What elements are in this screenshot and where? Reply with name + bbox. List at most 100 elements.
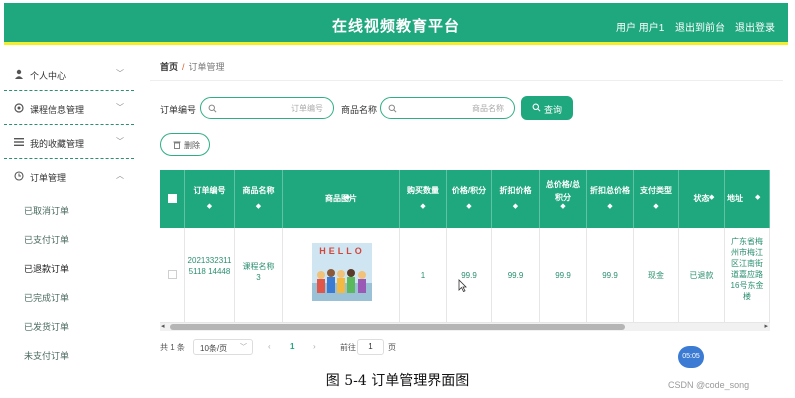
sidebar-item-favorites[interactable]: 我的收藏管理 ﹀ — [4, 128, 134, 156]
list-icon — [14, 138, 24, 146]
sort-icon[interactable]: ◆ — [755, 193, 760, 201]
order-no-search-field[interactable] — [200, 97, 334, 119]
sort-icon[interactable]: ◆ — [540, 202, 586, 210]
sort-icon[interactable]: ◆ — [185, 202, 234, 210]
table-header-select — [160, 170, 185, 228]
table-cell-discount-price: 99.9 — [492, 228, 540, 323]
breadcrumb: 首页 / 订单管理 — [160, 60, 225, 73]
submenu-refunded-orders[interactable]: 已退款订单 — [24, 262, 69, 275]
sidebar-divider — [4, 90, 134, 91]
orders-table: 订单编号 ◆ 商品名称 ◆ 商品图片 ◆ 购买数量 ◆ 价格/积分 ◆ 折扣价格 ◆ 总价格… — [160, 170, 770, 332]
sort-icon[interactable]: ◆ — [587, 202, 633, 210]
sidebar-item-label: 我的收藏管理 — [30, 139, 85, 149]
order-no-label: 订单编号 — [160, 105, 197, 115]
goto-page-input[interactable]: 1 — [357, 339, 384, 355]
current-user: 用户 用户1 — [616, 23, 665, 34]
table-cell-status: 已退款 — [679, 228, 725, 323]
table-cell-select — [160, 228, 185, 323]
breadcrumb-separator: / — [182, 62, 185, 72]
sidebar-item-label: 课程信息管理 — [30, 105, 85, 115]
table-cell-total: 99.9 — [540, 228, 587, 323]
sort-icon[interactable]: ◆ — [235, 202, 282, 210]
product-name-label: 商品名称 — [341, 105, 378, 115]
sort-icon[interactable]: ◆ — [447, 202, 491, 210]
delete-button[interactable]: 删除 — [160, 133, 210, 156]
table-cell-pay-type: 现金 — [634, 228, 679, 323]
sort-icon[interactable]: ◆ — [400, 202, 446, 210]
table-header-order-no[interactable]: 订单编号 ◆ — [185, 170, 235, 228]
search-icon — [208, 104, 217, 113]
submenu-completed-orders[interactable]: 已完成订单 — [24, 291, 69, 304]
sidebar-item-order-management[interactable]: 订单管理 ︿ — [4, 162, 134, 190]
table-cell-product-image: HELLO — [283, 228, 400, 323]
delete-button-label: 删除 — [184, 141, 200, 150]
breadcrumb-home[interactable]: 首页 — [160, 62, 178, 72]
scroll-left-icon[interactable]: ◂ — [161, 322, 165, 330]
search-button-label: 查询 — [544, 105, 563, 115]
table-header-product-image[interactable]: 商品图片 ◆ — [283, 170, 400, 228]
main-content: 首页 /订单管理 订单编号 商品名称 查询 删除 订单编号◆ — [150, 52, 783, 367]
select-all-checkbox[interactable] — [168, 194, 177, 203]
chevron-up-icon: ︿ — [116, 171, 124, 180]
sidebar-item-label: 个人中心 — [30, 71, 67, 81]
sidebar-item-course-management[interactable]: 课程信息管理 ﹀ — [4, 94, 134, 122]
mouse-cursor-icon — [458, 279, 467, 292]
sidebar-item-label: 订单管理 — [30, 173, 67, 183]
gear-icon — [14, 103, 24, 113]
table-cell-product-name: 课程名称3 — [235, 228, 283, 323]
table-header-total[interactable]: 总价格/总积分 ◆ — [540, 170, 587, 228]
prev-page-button[interactable]: ‹ — [268, 342, 271, 351]
breadcrumb-current: 订单管理 — [188, 62, 225, 72]
submenu-cancelled-orders[interactable]: 已取消订单 — [24, 204, 69, 217]
table-header-price[interactable]: 价格/积分 ◆ — [447, 170, 492, 228]
watermark: CSDN @code_song — [668, 380, 750, 390]
scrollbar-thumb[interactable] — [170, 324, 625, 330]
page-suffix: 页 — [388, 343, 396, 352]
goto-label: 前往 — [340, 343, 356, 352]
table-header-discount-total[interactable]: 折扣总价格 ◆ — [587, 170, 634, 228]
table-header-quantity[interactable]: 购买数量 ◆ — [400, 170, 447, 228]
back-to-front-link[interactable]: 退出到前台 — [675, 19, 725, 34]
product-name-search-field[interactable] — [380, 97, 515, 119]
person-icon — [15, 69, 23, 79]
top-header: 在线视频教育平台 用户 用户1 退出到前台 退出登录 — [4, 3, 788, 45]
table-header-pay-type[interactable]: 支付类型 ◆ — [634, 170, 679, 228]
logout-link[interactable]: 退出登录 — [735, 19, 775, 34]
submenu-paid-orders[interactable]: 已支付订单 — [24, 233, 69, 246]
clock-icon — [14, 171, 24, 181]
sidebar-divider — [4, 124, 134, 125]
sidebar-item-personal-center[interactable]: 个人中心 ﹀ — [4, 60, 134, 88]
scroll-right-icon[interactable]: ▸ — [764, 322, 768, 330]
pagination-total: 共 1 条 — [160, 343, 185, 352]
search-button[interactable]: 查询 — [521, 96, 573, 120]
table-header-status[interactable]: 状态 ◆ — [679, 170, 725, 228]
table-cell-address: 广东省梅州市梅江区江南街道嘉应路16号东金楼 — [725, 228, 770, 323]
trash-icon — [173, 141, 181, 149]
row-checkbox[interactable] — [168, 270, 177, 279]
page-size-value: 10条/页 — [200, 344, 228, 353]
sort-icon[interactable]: ◆ — [709, 193, 714, 201]
order-no-input[interactable] — [221, 101, 323, 115]
sidebar: 个人中心 ﹀ 课程信息管理 ﹀ 我的收藏管理 ﹀ 订单管理 ︿ 已取消订单 已支… — [4, 52, 134, 367]
submenu-shipped-orders[interactable]: 已发货订单 — [24, 320, 69, 333]
table-header-product-name[interactable]: 商品名称 ◆ — [235, 170, 283, 228]
submenu-unpaid-orders[interactable]: 未支付订单 — [24, 349, 69, 362]
table-cell-order-no: 20213323115118 14448 — [185, 228, 235, 323]
current-page[interactable]: 1 — [290, 342, 294, 351]
horizontal-scrollbar[interactable]: ◂ ▸ — [160, 323, 770, 331]
table-header-address[interactable]: 地址 ◆ — [725, 170, 770, 228]
table-cell-discount-total: 99.9 — [587, 228, 634, 323]
sort-icon[interactable]: ◆ — [634, 202, 678, 210]
sort-icon[interactable]: ◆ — [345, 193, 350, 201]
sidebar-divider — [4, 158, 134, 159]
table-cell-price: 99.9 — [447, 228, 492, 323]
sort-icon[interactable]: ◆ — [492, 202, 539, 210]
page-size-select[interactable]: 10条/页 ﹀ — [193, 339, 253, 355]
product-name-input[interactable] — [401, 101, 504, 115]
breadcrumb-divider — [150, 80, 783, 81]
chevron-down-icon: ﹀ — [116, 69, 124, 78]
table-header-discount-price[interactable]: 折扣价格 ◆ — [492, 170, 540, 228]
next-page-button[interactable]: › — [313, 342, 316, 351]
chevron-down-icon: ﹀ — [116, 103, 124, 112]
chevron-down-icon: ﹀ — [116, 137, 124, 146]
